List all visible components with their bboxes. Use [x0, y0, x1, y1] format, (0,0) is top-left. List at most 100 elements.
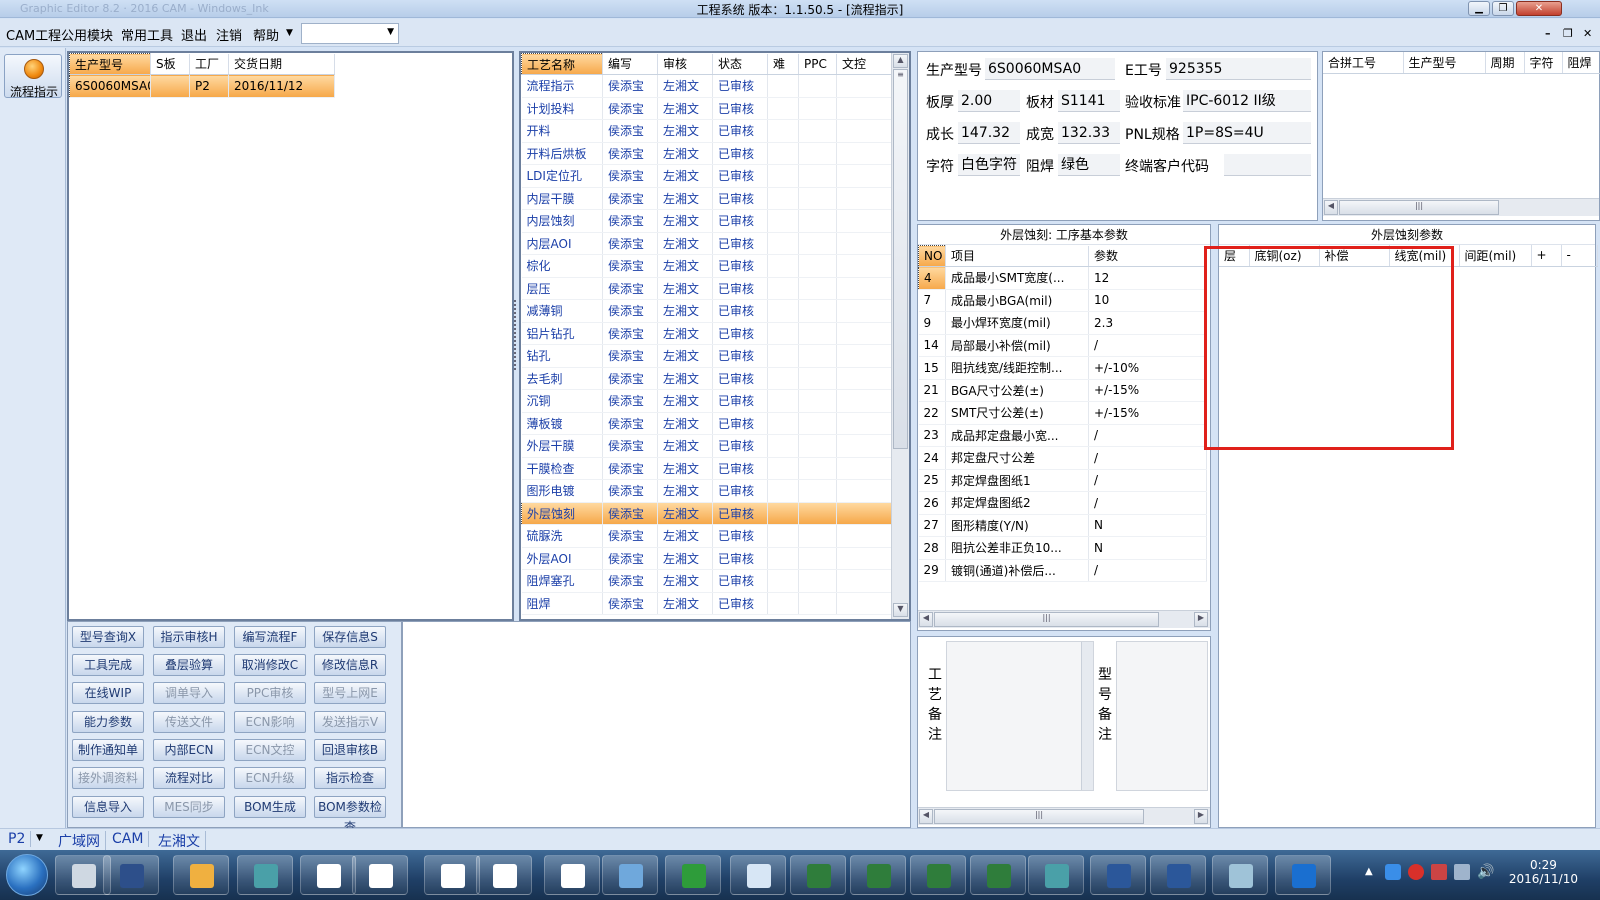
- param-row[interactable]: 24 邦定盘尺寸公差 /: [918, 446, 1207, 470]
- col-header-status[interactable]: 状态: [712, 53, 768, 75]
- process-row[interactable]: 开料 侯添宝 左湘文 已审核: [521, 119, 892, 143]
- action-button[interactable]: ECN影响: [234, 711, 306, 733]
- taskbar-button[interactable]: [602, 855, 658, 895]
- tray-volume-icon[interactable]: 🔊: [1477, 864, 1494, 880]
- factory-select[interactable]: P2: [3, 831, 32, 847]
- col-header-merge-model[interactable]: 生产型号: [1403, 52, 1486, 74]
- action-button[interactable]: 在线WIP: [72, 682, 144, 704]
- taskbar-button[interactable]: [1028, 855, 1084, 895]
- scroll-right-arrow-icon[interactable]: ▶: [1194, 809, 1208, 824]
- taskbar-button[interactable]: [544, 855, 600, 895]
- taskbar-button[interactable]: [1275, 855, 1331, 895]
- customer-code-field[interactable]: [1224, 154, 1311, 176]
- action-button[interactable]: 指示审核H: [153, 626, 225, 648]
- action-button[interactable]: 工具完成: [72, 654, 144, 676]
- param-row[interactable]: 9 最小焊环宽度(mil) 2.3: [918, 311, 1207, 335]
- menu-common-modules[interactable]: 公用模块: [61, 25, 113, 44]
- process-row[interactable]: 计划投料 侯添宝 左湘文 已审核: [521, 97, 892, 120]
- menu-cam[interactable]: CAM工程: [6, 25, 61, 44]
- process-row[interactable]: 内层蚀刻 侯添宝 左湘文 已审核: [521, 209, 892, 233]
- taskbar-button[interactable]: [790, 855, 846, 895]
- length-field[interactable]: 147.32: [958, 122, 1020, 144]
- action-button[interactable]: 编写流程F: [234, 626, 306, 648]
- col-header-delivery-date[interactable]: 交货日期: [228, 53, 335, 75]
- minimize-button[interactable]: ▁: [1468, 1, 1490, 16]
- process-row[interactable]: 硫脲洗 侯添宝 左湘文 已审核: [521, 524, 892, 548]
- col-header-doc-control[interactable]: 文控: [836, 53, 892, 75]
- taskbar-button[interactable]: [476, 855, 532, 895]
- tray-network-icon[interactable]: [1454, 864, 1470, 880]
- action-button[interactable]: 调单导入: [153, 682, 225, 704]
- scroll-left-arrow-icon[interactable]: ◀: [919, 809, 933, 824]
- action-button[interactable]: 叠层验算: [153, 654, 225, 676]
- process-row[interactable]: 薄板镀 侯添宝 左湘文 已审核: [521, 412, 892, 435]
- process-row[interactable]: 沉铜 侯添宝 左湘文 已审核: [521, 389, 892, 413]
- param-row[interactable]: 29 镀铜(通道)补偿后... /: [918, 559, 1207, 582]
- action-button[interactable]: 型号查询X: [72, 626, 144, 648]
- action-button[interactable]: 制作通知单: [72, 739, 144, 761]
- col-header-process-name[interactable]: 工艺名称: [521, 53, 603, 75]
- action-button[interactable]: 回退审核B: [314, 739, 386, 761]
- col-header-factory[interactable]: 工厂: [189, 53, 229, 75]
- col-header-character[interactable]: 字符: [1524, 52, 1563, 74]
- col-header-spacing[interactable]: 间距(mil): [1459, 245, 1532, 267]
- process-row[interactable]: LDI定位孔 侯添宝 左湘文 已审核: [521, 164, 892, 188]
- mdi-minimize-icon[interactable]: –: [1545, 27, 1551, 40]
- taskbar-button[interactable]: [1212, 855, 1268, 895]
- taskbar-button[interactable]: [850, 855, 906, 895]
- model-field[interactable]: 6S0060MSA0: [985, 58, 1115, 80]
- col-header-s-board[interactable]: S板: [150, 53, 190, 75]
- help-dropdown-icon[interactable]: ▼: [286, 28, 293, 38]
- process-row[interactable]: 外层AOI 侯添宝 左湘文 已审核: [521, 547, 892, 570]
- process-row[interactable]: 铝片钻孔 侯添宝 左湘文 已审核: [521, 322, 892, 345]
- action-button[interactable]: 发送指示V: [314, 711, 386, 733]
- scroll-up-arrow-icon[interactable]: ▲: [893, 54, 908, 68]
- solder-mask-field[interactable]: 绿色: [1058, 154, 1120, 176]
- action-button[interactable]: 取消修改C: [234, 654, 306, 676]
- notes-horizontal-scrollbar[interactable]: ◀ ||| ▶: [918, 807, 1210, 825]
- action-button[interactable]: BOM生成: [234, 796, 306, 818]
- taskbar-button[interactable]: [730, 855, 786, 895]
- process-row[interactable]: 内层AOI 侯添宝 左湘文 已审核: [521, 232, 892, 255]
- character-field[interactable]: 白色字符: [958, 154, 1020, 176]
- tray-app-icon[interactable]: [1385, 864, 1401, 880]
- process-row[interactable]: 外层干膜 侯添宝 左湘文 已审核: [521, 434, 892, 458]
- process-row[interactable]: 层压 侯添宝 左湘文 已审核: [521, 277, 892, 300]
- width-field[interactable]: 132.33: [1058, 122, 1120, 144]
- action-button[interactable]: 保存信息S: [314, 626, 386, 648]
- col-header-cycle[interactable]: 周期: [1485, 52, 1525, 74]
- taskbar-button[interactable]: [665, 855, 721, 895]
- process-row[interactable]: 干膜检查 侯添宝 左湘文 已审核: [521, 457, 892, 480]
- param-row[interactable]: 27 图形精度(Y/N) N: [918, 514, 1207, 537]
- mdi-restore-icon[interactable]: ❐: [1563, 27, 1573, 40]
- process-row[interactable]: 去毛刺 侯添宝 左湘文 已审核: [521, 367, 892, 390]
- add-row-button[interactable]: +: [1531, 245, 1562, 267]
- model-notes-field[interactable]: [1116, 641, 1208, 791]
- scroll-right-arrow-icon[interactable]: ▶: [1194, 612, 1208, 627]
- process-row[interactable]: 内层干膜 侯添宝 左湘文 已审核: [521, 187, 892, 210]
- col-header-no[interactable]: NO: [918, 245, 946, 267]
- col-header-solder-mask[interactable]: 阻焊: [1562, 52, 1600, 74]
- action-button[interactable]: ECN文控: [234, 739, 306, 761]
- param-row[interactable]: 25 邦定焊盘图纸1/: [918, 469, 1207, 492]
- remove-row-button[interactable]: -: [1561, 245, 1598, 267]
- col-header-model[interactable]: 生产型号: [69, 53, 151, 75]
- tray-flag-icon[interactable]: [1431, 864, 1447, 880]
- taskbar-button[interactable]: [352, 855, 408, 895]
- splitter-handle[interactable]: [514, 300, 518, 370]
- taskbar-button[interactable]: [424, 855, 480, 895]
- standard-field[interactable]: IPC-6012 II级: [1183, 90, 1311, 112]
- action-button[interactable]: 型号上网E: [314, 682, 386, 704]
- scroll-thumb[interactable]: |||: [934, 809, 1144, 824]
- menu-common-tools[interactable]: 常用工具: [121, 25, 173, 44]
- col-header-param[interactable]: 参数: [1088, 245, 1207, 267]
- mdi-close-icon[interactable]: ✕: [1583, 27, 1592, 40]
- eno-field[interactable]: 925355: [1166, 58, 1311, 80]
- pnl-field[interactable]: 1P=8S=4U: [1183, 122, 1311, 144]
- maximize-button[interactable]: ❐: [1492, 1, 1514, 16]
- taskbar-button[interactable]: [103, 855, 159, 895]
- taskbar-button[interactable]: [1090, 855, 1146, 895]
- action-button[interactable]: MES同步: [153, 796, 225, 818]
- action-button[interactable]: ECN升级: [234, 767, 306, 789]
- col-header-difficulty[interactable]: 难: [767, 53, 799, 75]
